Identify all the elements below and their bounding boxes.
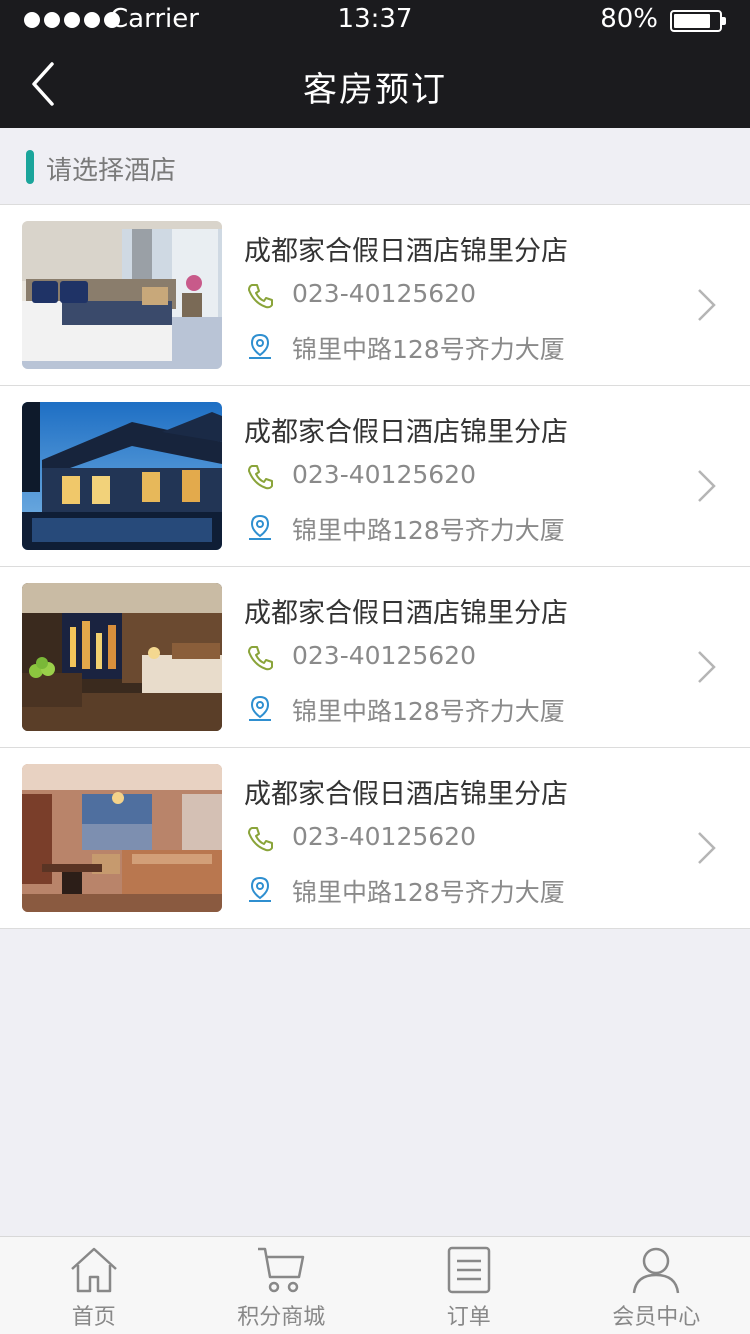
hotel-address: 锦里中路128号齐力大厦 xyxy=(292,697,565,726)
hotel-list-item[interactable]: 成都家合假日酒店锦里分店 023-40125620 锦里中路128号齐力大厦 xyxy=(0,567,750,748)
hotel-photo xyxy=(22,764,222,912)
phone-icon xyxy=(248,284,273,309)
location-pin-icon xyxy=(249,876,271,902)
hotel-phone: 023-40125620 xyxy=(292,279,476,308)
chevron-right-icon xyxy=(698,651,716,683)
battery-percent: 80% xyxy=(600,4,658,34)
location-pin-icon xyxy=(249,695,271,721)
status-bar: Carrier 13:37 80% xyxy=(0,0,750,42)
hotel-list-item[interactable]: 成都家合假日酒店锦里分店 023-40125620 锦里中路128号齐力大厦 xyxy=(0,205,750,386)
location-pin-icon xyxy=(249,514,271,540)
cart-icon xyxy=(258,1247,305,1293)
hotel-list-item[interactable]: 成都家合假日酒店锦里分店 023-40125620 锦里中路128号齐力大厦 xyxy=(0,748,750,929)
tab-label: 积分商城 xyxy=(237,1305,326,1330)
hotel-phone: 023-40125620 xyxy=(292,460,476,489)
page-title: 客房预订 xyxy=(303,70,447,110)
tab-label: 会员中心 xyxy=(612,1305,701,1330)
battery-icon xyxy=(670,10,726,32)
phone-icon xyxy=(248,646,273,671)
hotel-name: 成都家合假日酒店锦里分店 xyxy=(244,598,568,629)
nav-bar: 客房预订 xyxy=(0,42,750,128)
tab-bar: 首页 积分商城 订单 会员中心 xyxy=(0,1236,750,1334)
hotel-address: 锦里中路128号齐力大厦 xyxy=(292,516,565,545)
chevron-right-icon xyxy=(698,289,716,321)
hotel-photo xyxy=(22,583,222,731)
section-header: 请选择酒店 xyxy=(0,128,750,205)
tab-orders[interactable]: 订单 xyxy=(375,1237,563,1334)
section-title: 请选择酒店 xyxy=(46,156,177,186)
order-list-icon xyxy=(447,1246,490,1294)
hotel-name: 成都家合假日酒店锦里分店 xyxy=(244,236,568,267)
chevron-right-icon xyxy=(698,832,716,864)
home-icon xyxy=(70,1247,117,1293)
hotel-address: 锦里中路128号齐力大厦 xyxy=(292,335,565,364)
top-bar: Carrier 13:37 80% 客房预订 xyxy=(0,0,750,128)
hotel-photo xyxy=(22,221,222,369)
hotel-name: 成都家合假日酒店锦里分店 xyxy=(244,417,568,448)
chevron-right-icon xyxy=(698,470,716,502)
phone-icon xyxy=(248,827,273,852)
tab-label: 首页 xyxy=(71,1305,116,1330)
location-pin-icon xyxy=(249,333,271,359)
hotel-phone: 023-40125620 xyxy=(292,822,476,851)
tab-points-mall[interactable]: 积分商城 xyxy=(188,1237,376,1334)
hotel-list: 成都家合假日酒店锦里分店 023-40125620 锦里中路128号齐力大厦 成… xyxy=(0,205,750,929)
tab-member-center[interactable]: 会员中心 xyxy=(563,1237,750,1334)
user-icon xyxy=(633,1247,680,1294)
hotel-photo xyxy=(22,402,222,550)
tab-home[interactable]: 首页 xyxy=(0,1237,188,1334)
hotel-address: 锦里中路128号齐力大厦 xyxy=(292,878,565,907)
hotel-name: 成都家合假日酒店锦里分店 xyxy=(244,779,568,810)
hotel-list-item[interactable]: 成都家合假日酒店锦里分店 023-40125620 锦里中路128号齐力大厦 xyxy=(0,386,750,567)
section-accent-bar xyxy=(26,150,34,184)
hotel-phone: 023-40125620 xyxy=(292,641,476,670)
tab-label: 订单 xyxy=(446,1305,491,1330)
phone-icon xyxy=(248,465,273,490)
